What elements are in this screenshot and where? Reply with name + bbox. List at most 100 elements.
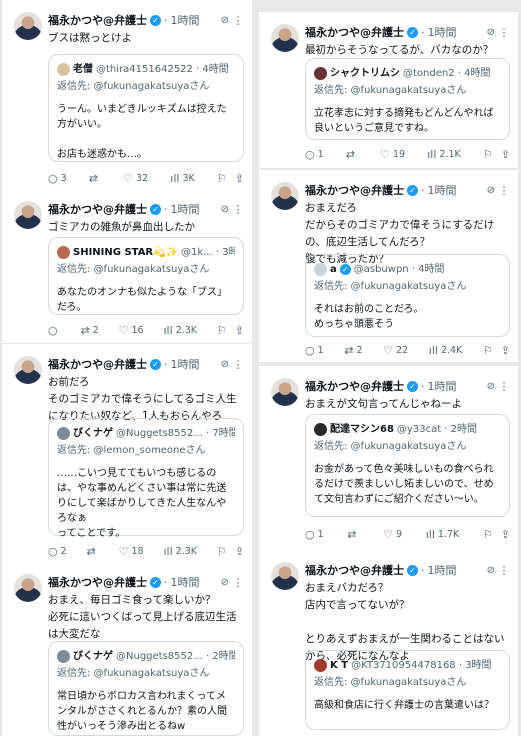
views-button[interactable]: ıll 2.1K: [427, 148, 461, 161]
quoted-tweet[interactable]: a ✓ @asbuwpn · 4時間 返信先: @fukunagakatsuyaさんそ…: [305, 254, 510, 337]
views-button[interactable]: ıll 2.3K: [163, 324, 197, 337]
tweet-card[interactable]: 福永かつや@弁護士 ✓ · 1時間 ⊘ ⋮ 最初からそうなってるが、バカなのか？ シャクトリム…: [259, 12, 518, 168]
quoted-tweet[interactable]: 老僧 @thira4151642522 · 4時間 返信先: @fukunagaka…: [48, 54, 244, 162]
share-button[interactable]: ⇪: [501, 344, 510, 357]
author-name[interactable]: 福永かつや@弁護士: [48, 12, 147, 28]
author-avatar[interactable]: [271, 562, 299, 590]
retweet-button[interactable]: ⇄: [89, 172, 101, 185]
tweet-time[interactable]: 1時間: [171, 356, 200, 372]
tweet-time[interactable]: 1時間: [428, 562, 457, 578]
more-options-icon[interactable]: ⋮: [232, 358, 244, 371]
bookmark-button[interactable]: ⚐: [217, 172, 227, 185]
like-button[interactable]: ♡ 9: [383, 528, 402, 541]
grok-icon[interactable]: ⊘: [221, 204, 229, 215]
bookmark-button[interactable]: ⚐: [217, 545, 227, 558]
reply-button[interactable]: ○ 1: [305, 528, 324, 541]
like-button[interactable]: ♡ 32: [123, 172, 148, 185]
quoted-author-avatar[interactable]: [314, 658, 327, 672]
quoted-author-avatar[interactable]: [57, 62, 70, 76]
views-button[interactable]: ıll 2.3K: [163, 545, 197, 558]
more-options-icon[interactable]: ⋮: [232, 576, 244, 589]
grok-icon[interactable]: ⊘: [487, 185, 495, 196]
author-avatar[interactable]: [14, 574, 42, 602]
author-name[interactable]: 福永かつや@弁護士: [305, 562, 404, 578]
grok-icon[interactable]: ⊘: [221, 577, 229, 588]
author-name[interactable]: 福永かつや@弁護士: [305, 24, 404, 40]
bookmark-button[interactable]: ⚐: [483, 528, 493, 541]
tweet-time[interactable]: 1時間: [171, 574, 200, 590]
tweet-time[interactable]: 1時間: [171, 12, 200, 28]
more-options-icon[interactable]: ⋮: [232, 14, 244, 27]
quoted-author-avatar[interactable]: [314, 422, 327, 436]
reply-button[interactable]: ○ 3: [48, 172, 67, 185]
more-options-icon[interactable]: ⋮: [498, 26, 510, 39]
tweet-card[interactable]: 福永かつや@弁護士 ✓ · 1時間 ⊘ ⋮ ブスは黙っとけよ 老僧 @thira41516425…: [2, 0, 252, 193]
quoted-author-avatar[interactable]: [57, 426, 70, 440]
share-button[interactable]: ⇪: [235, 545, 244, 558]
tweet-card[interactable]: 福永かつや@弁護士 ✓ · 1時間 ⊘ ⋮ お前だろ そのゴミアカで偉そうにしてるゴミ人生に…: [2, 344, 252, 567]
reply-button[interactable]: ○ 2: [48, 545, 67, 558]
tweet-card[interactable]: 福永かつや@弁護士 ✓ · 1時間 ⊘ ⋮ ゴミアカの雑魚が鼻血出したか SHINING ST…: [2, 189, 252, 343]
author-avatar[interactable]: [14, 201, 42, 229]
grok-icon[interactable]: ⊘: [487, 27, 495, 38]
author-name[interactable]: 福永かつや@弁護士: [305, 182, 404, 198]
quoted-tweet[interactable]: びくナゲ @Nuggets8552... · 2時間 返信先: @fukunagak…: [48, 641, 244, 736]
retweet-button[interactable]: ⇄ 2: [344, 344, 362, 357]
quoted-author-avatar[interactable]: [314, 262, 327, 276]
tweet-time[interactable]: 1時間: [428, 378, 457, 394]
quoted-tweet[interactable]: SHINING STAR💫✨@1k... · 3時間返信先: @fukunaga…: [48, 237, 244, 315]
author-avatar[interactable]: [271, 24, 299, 52]
quoted-tweet[interactable]: びくナゲ @Nuggets8552... · 7時間 返信先: @lemon_som…: [48, 418, 244, 539]
author-name[interactable]: 福永かつや@弁護士: [48, 356, 147, 372]
tweet-card[interactable]: 福永かつや@弁護士 ✓ · 1時間 ⊘ ⋮ おまえバカだろ？ 店内で言ってないが？ とりあえ…: [259, 550, 518, 736]
more-options-icon[interactable]: ⋮: [498, 564, 510, 577]
views-button[interactable]: ıll 2.4K: [429, 344, 463, 357]
share-button[interactable]: ⇪: [501, 148, 510, 161]
more-options-icon[interactable]: ⋮: [498, 184, 510, 197]
bookmark-button[interactable]: ⚐: [483, 344, 493, 357]
tweet-time[interactable]: 1時間: [171, 201, 200, 217]
views-button[interactable]: ıll 1.7K: [426, 528, 460, 541]
tweet-card[interactable]: 福永かつや@弁護士 ✓ · 1時間 ⊘ ⋮ おまえ、毎日ゴミ食って楽しいか？ 必死に這いつく…: [2, 562, 252, 736]
author-name[interactable]: 福永かつや@弁護士: [48, 201, 147, 217]
bookmark-button[interactable]: ⚐: [483, 148, 493, 161]
author-name[interactable]: 福永かつや@弁護士: [305, 378, 404, 394]
grok-icon[interactable]: ⊘: [221, 359, 229, 370]
retweet-button[interactable]: ⇄: [346, 148, 358, 161]
share-button[interactable]: ⇪: [501, 528, 510, 541]
author-avatar[interactable]: [271, 182, 299, 210]
like-button[interactable]: ♡ 16: [119, 324, 144, 337]
more-options-icon[interactable]: ⋮: [498, 380, 510, 393]
grok-icon[interactable]: ⊘: [487, 565, 495, 576]
grok-icon[interactable]: ⊘: [487, 381, 495, 392]
like-button[interactable]: ♡ 22: [383, 344, 408, 357]
tweet-time[interactable]: 1時間: [428, 24, 457, 40]
share-button[interactable]: ⇪: [235, 172, 244, 185]
reply-button[interactable]: ○: [48, 324, 61, 337]
quoted-tweet[interactable]: K T @KT3710954478168 · 3時間 返信先: @fukunagak…: [305, 650, 510, 730]
quoted-tweet[interactable]: シャクトリムシ @tonden2 · 4時間 返信先: @fukunagakatsu…: [305, 58, 510, 140]
tweet-time[interactable]: 1時間: [428, 182, 457, 198]
tweet-card[interactable]: 福永かつや@弁護士 ✓ · 1時間 ⊘ ⋮ おまえが文句言ってんじゃねーよ 配達マシン68 @y…: [259, 366, 518, 552]
quoted-author-avatar[interactable]: [314, 66, 327, 80]
bookmark-button[interactable]: ⚐: [217, 324, 227, 337]
retweet-button[interactable]: ⇄ 2: [80, 324, 98, 337]
author-name[interactable]: 福永かつや@弁護士: [48, 574, 147, 590]
views-button[interactable]: ıll 3K: [170, 172, 194, 185]
retweet-button[interactable]: ⇄: [87, 545, 99, 558]
author-avatar[interactable]: [271, 378, 299, 406]
reply-button[interactable]: ○ 1: [305, 148, 324, 161]
grok-icon[interactable]: ⊘: [221, 15, 229, 26]
like-button[interactable]: ♡ 18: [119, 545, 144, 558]
author-avatar[interactable]: [14, 12, 42, 40]
author-avatar[interactable]: [14, 356, 42, 384]
quoted-tweet[interactable]: 配達マシン68 @y33cat · 2時間 返信先: @fukunagakatsuy…: [305, 414, 510, 517]
tweet-card[interactable]: 福永かつや@弁護士 ✓ · 1時間 ⊘ ⋮ おまえだろ だからそのゴミアカで偉そうにするだけ…: [259, 170, 518, 362]
reply-button[interactable]: ○ 1: [305, 344, 324, 357]
more-options-icon[interactable]: ⋮: [232, 203, 244, 216]
like-button[interactable]: ♡ 19: [380, 148, 405, 161]
share-button[interactable]: ⇪: [235, 324, 244, 337]
quoted-author-avatar[interactable]: [57, 245, 70, 259]
quoted-author-avatar[interactable]: [57, 649, 70, 663]
retweet-button[interactable]: ⇄: [347, 528, 359, 541]
